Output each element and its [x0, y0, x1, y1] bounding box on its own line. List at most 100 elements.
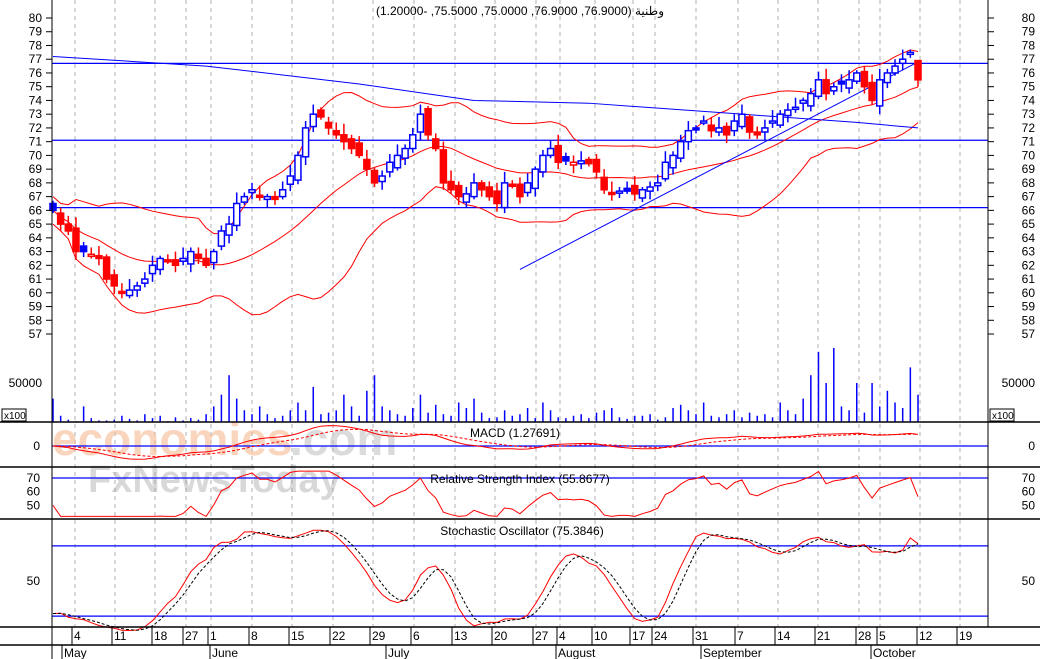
month-label: September — [703, 646, 762, 659]
candle-body — [669, 154, 677, 169]
candle — [546, 140, 555, 159]
candle — [416, 104, 425, 141]
candle-body — [210, 250, 218, 264]
day-tick-label: 27 — [535, 629, 549, 643]
price-label-right: 77 — [1022, 52, 1036, 66]
candle-body — [898, 58, 907, 65]
candle-body — [569, 161, 578, 166]
candle — [585, 156, 593, 167]
candle — [500, 171, 509, 214]
bollinger-lower-band — [52, 122, 919, 316]
price-label-right: 69 — [1022, 162, 1036, 176]
candle — [133, 281, 141, 297]
candle-body — [554, 145, 562, 164]
candle-body — [332, 129, 340, 136]
candle-body — [49, 202, 57, 212]
candle-body — [791, 106, 800, 111]
candle — [661, 151, 670, 182]
candle-body — [860, 70, 869, 88]
candle — [531, 166, 540, 197]
candle — [294, 151, 302, 185]
candle-body — [653, 182, 662, 187]
day-tick-label: 17 — [632, 629, 646, 643]
candle — [263, 193, 272, 208]
day-tick-label: 7 — [737, 629, 744, 643]
day-tick-label: 19 — [959, 629, 973, 643]
price-label-right: 71 — [1022, 135, 1036, 149]
candle — [539, 149, 547, 178]
candle — [56, 207, 65, 231]
macd-tick-left: 0 — [33, 439, 40, 453]
candle-body — [470, 182, 478, 198]
candle-body — [416, 113, 425, 133]
candle — [485, 181, 494, 201]
candle-body — [722, 125, 731, 136]
candle — [363, 149, 371, 177]
candle-body — [707, 124, 716, 132]
candle — [868, 74, 876, 105]
watermark-fxnewstoday: FxNewsToday — [88, 459, 341, 501]
candle — [646, 181, 654, 200]
price-label-right: 62 — [1022, 258, 1036, 272]
candle — [883, 68, 892, 89]
candle — [141, 272, 149, 288]
price-label-right: 64 — [1022, 231, 1036, 245]
price-label-left: 58 — [29, 313, 43, 327]
candle-body — [363, 158, 371, 170]
candle — [623, 181, 631, 194]
candle-body — [699, 120, 708, 124]
price-label-right: 60 — [1022, 286, 1036, 300]
price-label-right: 75 — [1022, 80, 1036, 94]
candle — [102, 254, 111, 284]
candle-body — [493, 190, 501, 205]
volume-tick-left: 50000 — [9, 376, 43, 390]
candle — [768, 110, 777, 128]
candle-body — [692, 127, 700, 131]
price-label-left: 69 — [29, 162, 43, 176]
candle — [332, 122, 340, 139]
candle-body — [263, 195, 272, 201]
candle-body — [868, 81, 876, 102]
stock-chart: economies .com FxNewsToday 4 11 18 27 1 8 15 22… — [0, 0, 1040, 659]
price-label-left: 61 — [29, 272, 43, 286]
candle-body — [431, 138, 440, 150]
candle-body — [56, 212, 65, 225]
candle-body — [317, 109, 325, 118]
candle — [110, 269, 118, 295]
rsi-tick-left: 60 — [27, 485, 41, 499]
macd-tick-right: 0 — [1028, 439, 1035, 453]
candle — [439, 141, 448, 190]
candle-body — [615, 190, 624, 194]
candle-body — [355, 142, 363, 157]
candle-body — [875, 79, 884, 107]
candle — [187, 247, 195, 273]
candle-body — [807, 92, 815, 107]
candle — [477, 180, 486, 197]
candle — [164, 254, 172, 264]
candle-body — [95, 254, 103, 260]
price-label-left: 72 — [29, 121, 43, 135]
candle-body — [906, 51, 915, 56]
trendline — [519, 61, 919, 270]
candle-body — [546, 147, 555, 157]
candle — [516, 177, 524, 204]
candle-body — [378, 175, 386, 183]
candle-body — [324, 121, 333, 129]
price-panel — [49, 49, 988, 316]
candle — [845, 70, 853, 94]
day-tick-label: 20 — [494, 629, 508, 643]
price-label-left: 73 — [29, 107, 43, 121]
price-label-right: 70 — [1022, 148, 1036, 162]
bollinger-upper-band — [52, 49, 919, 235]
candle — [608, 181, 616, 201]
candle-body — [585, 158, 593, 165]
candle — [715, 116, 723, 137]
candle — [156, 255, 164, 275]
day-tick-label: 1 — [210, 629, 217, 643]
candle — [860, 66, 869, 94]
candle — [470, 173, 478, 200]
candle — [401, 144, 409, 166]
macd-label: MACD (1.27691) — [470, 426, 560, 440]
candle — [592, 154, 601, 179]
candle-body — [133, 285, 141, 291]
